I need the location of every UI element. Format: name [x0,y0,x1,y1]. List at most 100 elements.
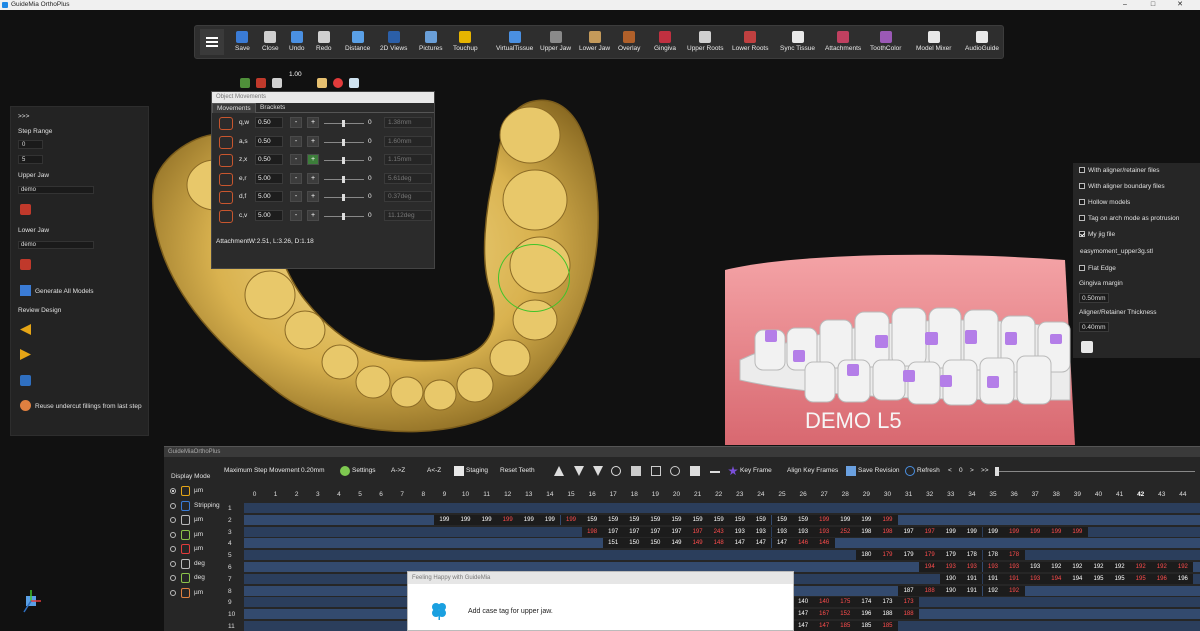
column-header[interactable]: 25 [772,489,793,501]
table-cell[interactable]: 150 [623,538,645,549]
column-header[interactable]: 5 [350,489,371,501]
table-cell[interactable]: 159 [729,514,751,525]
table-cell[interactable]: 196 [1151,573,1173,584]
table-cell[interactable]: 197 [898,526,920,537]
table-cell[interactable]: 192 [1003,585,1025,596]
column-header[interactable]: 38 [1046,489,1067,501]
table-cell[interactable]: 179 [898,550,920,561]
column-header[interactable]: 16 [582,489,603,501]
radio-button[interactable] [170,502,176,509]
table-cell[interactable]: 185 [834,621,856,631]
checkbox[interactable] [1079,199,1085,205]
column-header[interactable]: 42 [1130,489,1151,501]
table-cell[interactable]: 188 [898,609,920,620]
table-cell[interactable]: 173 [877,597,898,608]
column-header[interactable]: 31 [898,489,919,501]
table-cell[interactable]: 193 [961,562,983,572]
table-cell[interactable]: 147 [813,621,835,631]
table-cell[interactable]: 192 [1151,562,1173,572]
paste-icon[interactable] [690,466,700,476]
list-icon[interactable] [1081,341,1093,353]
row-header[interactable]: 10 [226,609,244,620]
column-header[interactable]: 39 [1067,489,1088,501]
arrow-right-icon[interactable] [20,349,31,360]
column-header[interactable]: 29 [856,489,877,501]
table-cell[interactable]: 152 [834,609,856,620]
column-header[interactable]: 23 [729,489,750,501]
table-cell[interactable]: 147 [792,621,814,631]
table-cell[interactable]: 175 [834,597,856,608]
tooth-tool-icon[interactable] [670,466,680,476]
radio-button[interactable] [170,531,176,538]
decrease-button[interactable]: - [290,209,302,221]
table-cell[interactable]: 193 [792,526,814,537]
lower-jaw-input[interactable]: demo [18,241,94,249]
close-button[interactable]: Close [262,29,279,58]
column-header[interactable]: 11 [476,489,497,501]
table-cell[interactable]: 199 [1003,526,1025,537]
table-cell[interactable]: 193 [1024,562,1046,572]
table-cell[interactable]: 193 [750,526,772,537]
row-header[interactable]: 7 [226,574,244,585]
table-cell[interactable]: 199 [455,514,476,525]
virtualtissue-button[interactable]: VirtualTissue [496,29,533,58]
2d-views-button[interactable]: 2D Views [380,29,407,58]
table-cell[interactable]: 193 [771,526,793,537]
table-cell[interactable]: 199 [497,514,519,525]
row-header[interactable]: 4 [226,538,244,549]
pictures-button[interactable]: Pictures [419,29,442,58]
table-cell[interactable]: 146 [813,538,835,549]
upper-roots-button[interactable]: Upper Roots [687,29,724,58]
table-cell[interactable]: 159 [623,514,645,525]
table-cell[interactable]: 195 [1088,573,1109,584]
sync-tissue-button[interactable]: Sync Tissue [780,29,815,58]
column-header[interactable]: 37 [1025,489,1046,501]
table-cell[interactable]: 198 [855,526,877,537]
table-cell[interactable]: 193 [1024,573,1046,584]
table-cell[interactable]: 140 [813,597,835,608]
upper-jaw-button[interactable]: Upper Jaw [540,29,571,58]
column-header[interactable]: 21 [687,489,708,501]
row-header[interactable]: 6 [226,562,244,573]
close-window-button[interactable]: ✕ [1169,0,1191,10]
column-header[interactable]: 26 [793,489,814,501]
movement-slider[interactable] [324,212,364,220]
table-cell[interactable]: 199 [940,526,962,537]
gingiva-button[interactable]: Gingiva [654,29,676,58]
settings-icon[interactable] [340,466,350,476]
table-cell[interactable]: 149 [666,538,687,549]
table-cell[interactable]: 193 [940,562,962,572]
movement-step-input[interactable]: 0.50 [255,154,283,165]
move-up-icon[interactable] [554,466,564,476]
save-button[interactable]: Save [235,29,250,58]
table-cell[interactable]: 199 [982,526,1004,537]
column-header[interactable]: 44 [1172,489,1193,501]
column-header[interactable]: 33 [940,489,961,501]
table-cell[interactable]: 159 [792,514,814,525]
list-lines-icon[interactable] [631,466,641,476]
zoom-value[interactable]: 1.00 [289,71,302,78]
checkbox[interactable] [1079,183,1085,189]
table-cell[interactable]: 191 [982,573,1004,584]
movement-slider[interactable] [324,120,364,127]
attachments-button[interactable]: Attachments [825,29,861,58]
table-cell[interactable]: 195 [1109,573,1131,584]
increase-button[interactable]: + [307,172,319,184]
thickness-input[interactable]: 0.40mm [1079,322,1109,332]
minus-icon[interactable] [710,471,720,473]
table-cell[interactable]: 199 [476,514,498,525]
column-header[interactable]: 3 [307,489,328,501]
option-aligner-retainer[interactable]: With aligner/retainer files [1079,167,1160,174]
key-frame-icon[interactable] [728,466,738,476]
table-cell[interactable]: 191 [961,585,983,596]
table-row[interactable] [244,503,1200,513]
table-cell[interactable]: 159 [581,514,603,525]
table-cell[interactable]: 196 [1172,573,1194,584]
column-header[interactable]: 1 [265,489,286,501]
table-cell[interactable]: 150 [644,538,666,549]
table-cell[interactable]: 146 [792,538,814,549]
movement-step-input[interactable]: 5.00 [255,209,283,221]
table-cell[interactable]: 178 [1003,550,1025,561]
move-down-up-icon[interactable] [574,466,584,476]
movement-step-input[interactable]: 5.00 [255,191,283,202]
